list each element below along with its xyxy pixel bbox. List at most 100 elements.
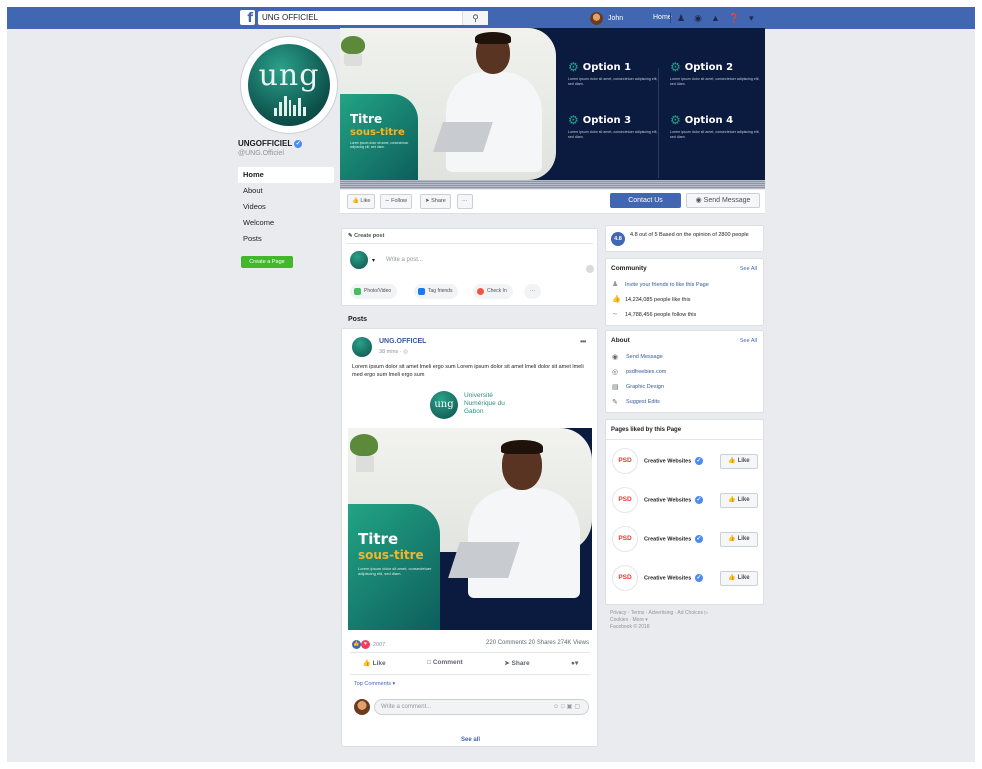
home-link[interactable]: Home <box>653 11 672 25</box>
photo-video-button[interactable]: Photo/Video <box>350 284 398 299</box>
invite-friends-row[interactable]: ♟ Invite your friends to like this Page <box>612 281 709 288</box>
about-suggest-edits[interactable]: ✎ Suggest Edits <box>612 398 660 406</box>
create-page-button[interactable]: Create a Page <box>241 256 293 268</box>
facebook-logo-icon[interactable]: f <box>240 10 255 26</box>
see-all-link[interactable]: See all <box>342 737 599 743</box>
cover-subtitle: sous-titre <box>350 127 405 138</box>
nav-item-welcome[interactable]: Welcome <box>238 215 334 231</box>
caret-down-icon[interactable]: ▾ <box>749 11 754 25</box>
search-icon[interactable]: ⚲ <box>462 11 488 25</box>
comment-button[interactable]: □ Comment <box>427 659 463 667</box>
contact-us-button[interactable]: Contact Us <box>610 193 681 208</box>
footer-line-2[interactable]: Cookies · More ▾ <box>610 617 760 624</box>
category-icon: ▤ <box>612 384 619 391</box>
profile-picture[interactable]: ung <box>241 37 337 133</box>
nav-item-videos[interactable]: Videos <box>238 199 334 215</box>
post-stats[interactable]: 220 Comments 20 Shares 274K Views <box>486 640 589 646</box>
option-1: ⚙ Option 1 Lorem ipsum dolor sit amet, co… <box>568 61 662 87</box>
profile-selector-button[interactable]: ●▾ <box>571 659 578 667</box>
share-post-button[interactable]: ➤ Share <box>504 659 529 667</box>
post-author[interactable]: UNG.OFFICEL <box>379 338 426 345</box>
verified-badge-icon: ✓ <box>694 496 703 504</box>
option-description: Lorem ipsum dolor sit amet, consectetuer… <box>670 130 760 139</box>
send-message-button[interactable]: ◉ Send Message <box>686 193 760 208</box>
verified-badge-icon: ✓ <box>294 139 303 148</box>
emoji-icon[interactable] <box>586 265 594 273</box>
liked-page-like-button[interactable]: 👍 Like <box>720 493 758 508</box>
messenger-icon[interactable]: ◉ <box>694 11 702 25</box>
liked-page-name[interactable]: Creative Websites ✓ <box>644 496 703 504</box>
divider <box>346 243 593 244</box>
share-icon: ➤ <box>504 660 510 667</box>
option-description: Lorem ipsum dolor sit amet, consectetuer… <box>670 77 760 86</box>
psd-logo-icon[interactable]: PSD <box>612 448 638 474</box>
liked-page-name[interactable]: Creative Websites ✓ <box>644 457 703 465</box>
liked-page-name[interactable]: Creative Websites ✓ <box>644 574 703 582</box>
check-in-button[interactable]: Check In <box>473 284 513 299</box>
brand-logo: ung <box>430 391 458 419</box>
nav-item-home[interactable]: Home <box>238 167 334 183</box>
create-post-card: ✎ Create post ▾ Write a post... Photo/Vi… <box>341 228 598 306</box>
reactions-summary[interactable]: 👍 ♥ 2007 <box>352 640 385 649</box>
footer-line-1[interactable]: Privacy · Terms · Advertising · Ad Choic… <box>610 610 760 617</box>
help-icon[interactable]: ❓ <box>729 11 740 25</box>
verified-badge-icon: ✓ <box>694 574 703 582</box>
about-see-all-link[interactable]: See All <box>740 338 757 344</box>
user-profile-link[interactable]: John <box>590 11 623 25</box>
top-comments-dropdown[interactable]: Top Comments ▾ <box>354 681 395 687</box>
liked-page-like-button[interactable]: 👍 Like <box>720 571 758 586</box>
psd-logo-icon[interactable]: PSD <box>612 487 638 513</box>
like-page-button[interactable]: 👍 Like <box>347 194 376 209</box>
community-see-all-link[interactable]: See All <box>740 266 757 272</box>
post-options-icon[interactable]: ••• <box>580 337 586 346</box>
share-button[interactable]: ➤ Share <box>420 194 451 209</box>
post-timestamp[interactable]: 38 mins · ◎ <box>379 349 408 355</box>
liked-pages-title: Pages liked by this Page <box>611 427 682 433</box>
post-input[interactable]: Write a post... <box>386 257 423 263</box>
avatar <box>350 251 368 269</box>
like-post-button[interactable]: 👍 Like <box>363 659 386 667</box>
option-title: Option 1 <box>582 61 632 73</box>
option-2: ⚙ Option 2 Lorem ipsum dolor sit amet, co… <box>670 61 764 87</box>
cover-photo[interactable]: Titre sous-titre Lorem ipsum dolor sit a… <box>340 28 765 180</box>
option-title: Option 2 <box>684 61 734 73</box>
caret-down-icon[interactable]: ▾ <box>372 257 375 264</box>
cover-bottom-strip <box>340 180 765 189</box>
post-image[interactable]: Titre sous-titre Lorem ipsum dolor sit a… <box>348 428 592 630</box>
liked-page-like-button[interactable]: 👍 Like <box>720 532 758 547</box>
nav-item-about[interactable]: About <box>238 183 334 199</box>
follow-button[interactable]: ∼ Follow <box>380 194 413 209</box>
image-subtitle: sous-titre <box>358 548 424 562</box>
liked-page-like-button[interactable]: 👍 Like <box>720 454 758 469</box>
more-options-button[interactable]: ··· <box>524 284 541 299</box>
invite-icon: ♟ <box>612 281 619 288</box>
topbar-icons: ♟ ◉ ▲ ❓ ▾ <box>677 11 754 25</box>
pencil-icon: ✎ <box>612 399 618 406</box>
plant-illustration <box>340 36 366 66</box>
notifications-icon[interactable]: ▲ <box>711 11 720 25</box>
search-input[interactable]: UNG OFFICIEL ⚲ <box>258 11 488 25</box>
tag-friends-button[interactable]: Tag friends <box>414 284 459 299</box>
psd-logo-icon[interactable]: PSD <box>612 565 638 591</box>
avatar[interactable] <box>352 337 372 357</box>
more-button[interactable]: ··· <box>457 194 473 209</box>
comment-input[interactable]: Write a comment... ☺□▣▢ <box>374 699 589 715</box>
logo-text: ung <box>258 58 320 93</box>
likes-count-row: 👍 14,234,085 people like this <box>612 296 691 303</box>
about-category[interactable]: ▤ Graphic Design <box>612 383 664 391</box>
liked-page-name[interactable]: Creative Websites ✓ <box>644 535 703 543</box>
nav-item-posts[interactable]: Posts <box>238 231 334 247</box>
liked-page-item: PSD Creative Websites ✓ 👍 Like <box>612 448 760 478</box>
about-website[interactable]: ◎ psdfreebies.com <box>612 368 666 376</box>
about-send-message[interactable]: ◉ Send Message <box>612 353 663 361</box>
post-actions: 👍 Like □ Comment ➤ Share ●▾ <box>342 659 599 667</box>
friends-icon[interactable]: ♟ <box>677 11 685 25</box>
option-4: ⚙ Option 4 Lorem ipsum dolor sit amet, co… <box>670 114 764 140</box>
top-navigation-bar: f UNG OFFICIEL ⚲ John Home ♟ ◉ ▲ ❓ ▾ <box>7 7 975 29</box>
page-name-text: UNGOFFICIEL <box>238 139 293 148</box>
divider <box>606 439 763 440</box>
post-card: UNG.OFFICEL 38 mins · ◎ ••• Lorem ipsum … <box>341 328 598 747</box>
person-illustration <box>433 32 548 180</box>
psd-logo-icon[interactable]: PSD <box>612 526 638 552</box>
comment-tools-icon[interactable]: ☺□▣▢ <box>553 700 582 714</box>
